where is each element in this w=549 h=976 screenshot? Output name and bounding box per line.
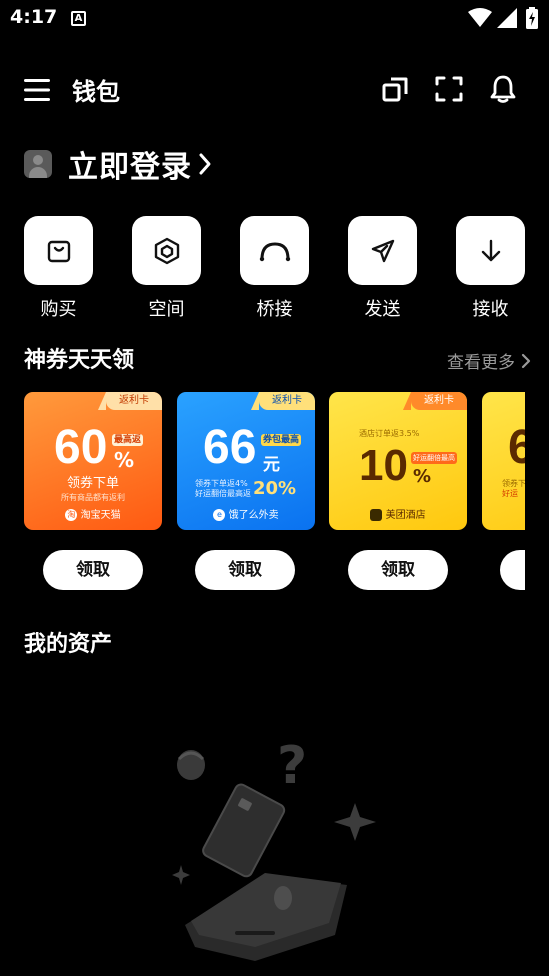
status-bar: 4:17 A (0, 0, 549, 38)
action-space[interactable]: 空间 (132, 216, 201, 321)
coupon-unit: % (114, 448, 135, 472)
hamburger-menu-icon[interactable] (24, 76, 52, 104)
page-title: 钱包 (72, 78, 120, 106)
coupon-line2: 好运翻倍最高返 (195, 489, 251, 498)
login-label: 立即登录 (68, 150, 192, 185)
coupon-value: 10 (359, 441, 408, 490)
coupon-badge: 好运翻倍最高 (411, 452, 457, 464)
action-bridge-label: 桥接 (256, 299, 293, 320)
coupon-tag: 返利卡 (98, 392, 162, 410)
shopping-bag-icon (47, 240, 70, 262)
coupon-value: 66 (203, 421, 257, 474)
coupon-brand-label: 淘宝天猫 (80, 510, 121, 521)
coupon-line1: 领券下单 (66, 476, 119, 491)
send-plane-icon (371, 239, 394, 262)
view-more-label: 查看更多 (447, 353, 515, 373)
claim-button-meituan-hotel[interactable]: 领取 (348, 550, 448, 590)
coupon-card-meituan-hotel[interactable]: 返利卡 酒店订单返3.5% 10 好运翻倍最高 % 美团酒店 (329, 392, 467, 530)
coupon-badge: 券包最高 (261, 434, 302, 446)
coupon-line2: 所有商品都有返利 (61, 493, 125, 502)
arrow-down-icon (481, 239, 500, 261)
cell-signal-icon (497, 8, 517, 28)
action-buy[interactable]: 购买 (24, 216, 93, 321)
login-row[interactable]: 立即登录 (24, 144, 212, 185)
claim-button-eleme[interactable]: 领取 (195, 550, 295, 590)
action-space-label: 空间 (148, 299, 185, 320)
coupon-brand: 美团酒店 (329, 506, 467, 521)
avatar (24, 150, 52, 178)
coupon-value: 6 (508, 421, 525, 474)
action-receive-label: 接收 (472, 299, 509, 320)
chevron-right-icon (521, 353, 531, 368)
svg-text:?: ? (277, 736, 307, 796)
coupon-card-taobao[interactable]: 返利卡 60 最高返 % 领券下单 所有商品都有返利 淘 淘宝天猫 (24, 392, 162, 530)
meituan-logo-icon (370, 509, 383, 521)
coupon-unit: % (413, 466, 432, 487)
bell-notification-icon[interactable] (488, 74, 518, 104)
assets-section-title: 我的资产 (24, 632, 113, 657)
coupons-section-title: 神券天天领 (24, 348, 135, 373)
coupon-tag: 返利卡 (403, 392, 467, 410)
coupon-unit: 元 (263, 455, 280, 475)
wifi-icon (468, 8, 492, 27)
copy-address-icon[interactable] (381, 74, 411, 104)
claim-button-taobao[interactable]: 领取 (43, 550, 143, 590)
coupon-carousel[interactable]: 返利卡 60 最高返 % 领券下单 所有商品都有返利 淘 淘宝天猫 返利卡 66… (24, 392, 525, 602)
coupon-brand-label: 美团酒店 (385, 510, 426, 521)
chevron-right-icon (199, 153, 211, 175)
bridge-arc-icon (259, 241, 290, 261)
coupon-card-eleme[interactable]: 返利卡 66 券包最高 元 领券下单返4% 好运翻倍最高返 20% e 饿了么外… (177, 392, 315, 530)
action-receive-tile[interactable] (456, 216, 525, 285)
coupon-line1: 酒店订单返3.5% (359, 429, 420, 438)
coupon-extra: 20% (253, 478, 297, 499)
action-buy-tile[interactable] (24, 216, 93, 285)
action-send[interactable]: 发送 (348, 216, 417, 321)
status-time: 4:17 (10, 6, 58, 28)
quick-actions: 购买 空间 桥接 发送 接收 (24, 216, 525, 326)
claim-button-partial[interactable] (500, 550, 525, 590)
action-send-label: 发送 (364, 299, 401, 320)
coupon-line2: 好运 (502, 489, 518, 498)
coupon-brand: 淘 淘宝天猫 (24, 506, 162, 521)
accessibility-a-icon: A (71, 11, 86, 26)
top-app-bar: 钱包 (0, 64, 549, 114)
action-receive[interactable]: 接收 (456, 216, 525, 321)
coupon-tag: 返利卡 (251, 392, 315, 410)
action-send-tile[interactable] (348, 216, 417, 285)
coupon-card-partial[interactable]: 6 领券下 好运 (482, 392, 525, 530)
action-space-tile[interactable] (132, 216, 201, 285)
coupon-badge: 最高返 (112, 434, 144, 446)
action-bridge-tile[interactable] (240, 216, 309, 285)
coupon-brand: e 饿了么外卖 (177, 506, 315, 521)
empty-wallet-illustration: ? (172, 736, 376, 961)
taobao-logo-icon: 淘 (65, 509, 78, 521)
hexagon-space-icon (154, 237, 179, 264)
view-more-link[interactable]: 查看更多 (447, 348, 531, 373)
action-bridge[interactable]: 桥接 (240, 216, 309, 321)
battery-charging-icon (526, 7, 538, 29)
action-buy-label: 购买 (40, 299, 77, 320)
coupon-brand-label: 饿了么外卖 (228, 510, 279, 521)
eleme-logo-icon: e (213, 509, 226, 521)
coupon-value: 60 (54, 421, 108, 474)
scan-icon[interactable] (434, 74, 464, 104)
